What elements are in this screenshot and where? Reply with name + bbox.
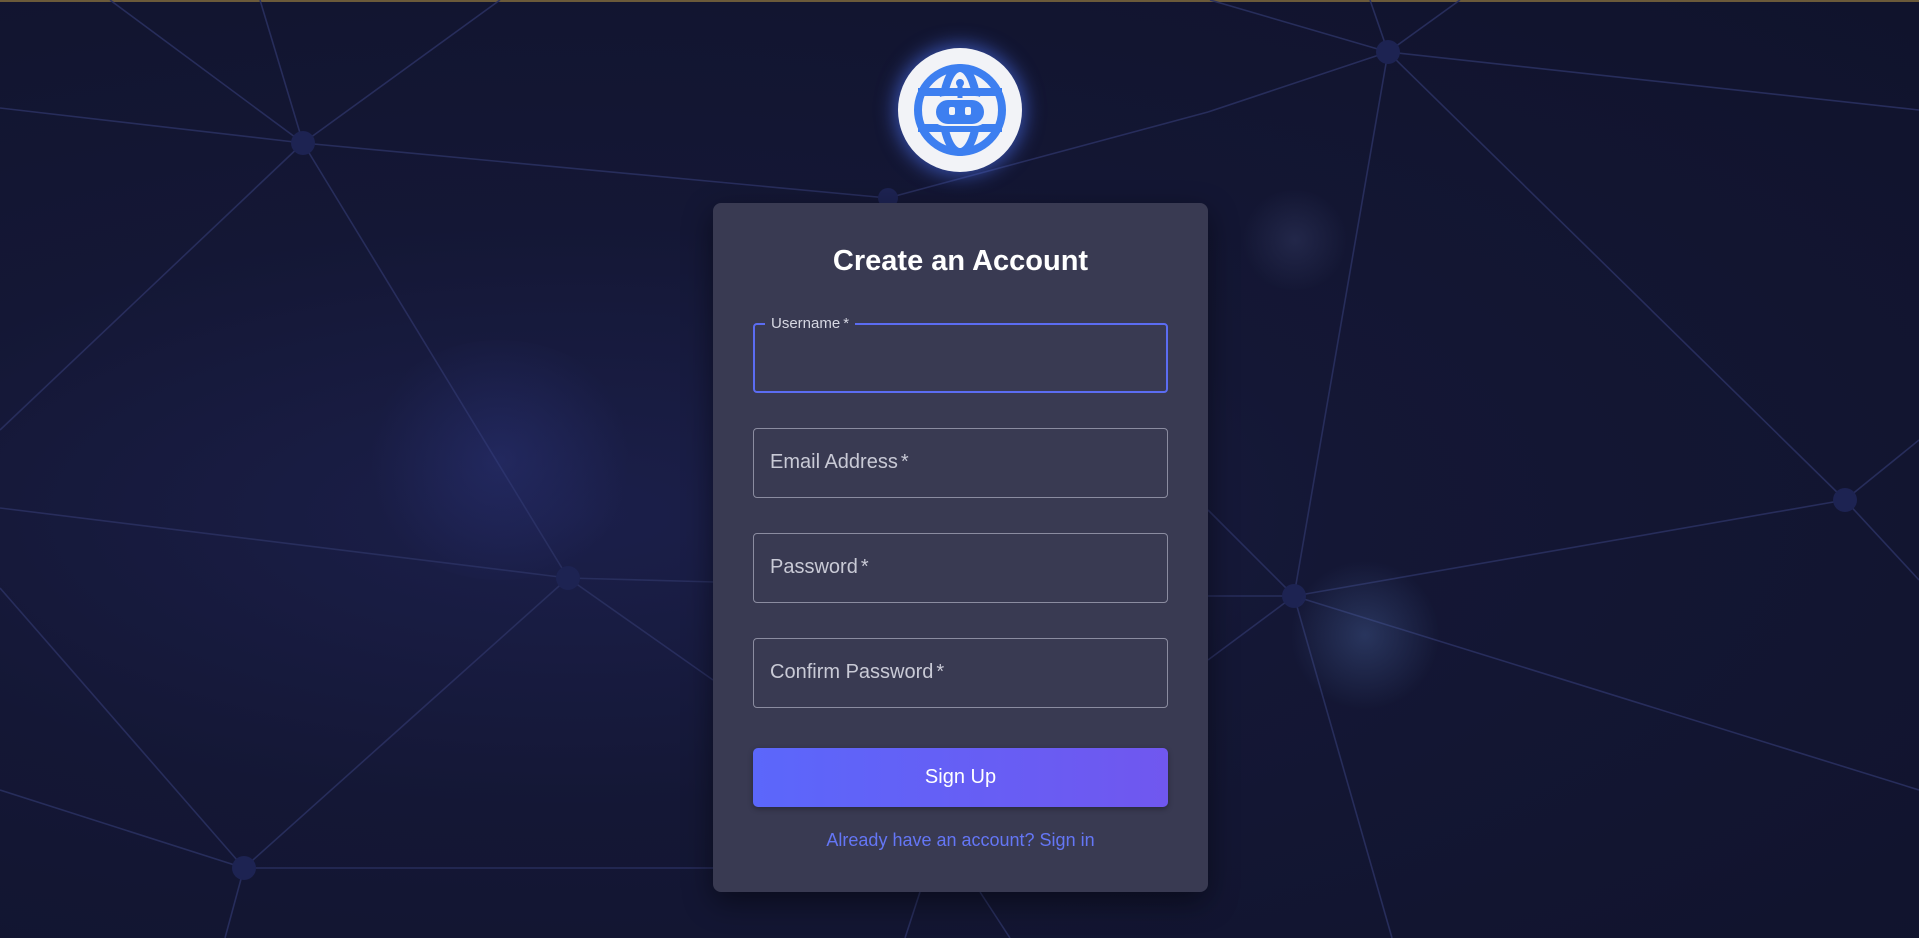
sign-up-button[interactable]: Sign Up [753,748,1168,807]
email-input[interactable] [754,429,1167,497]
app-logo [898,48,1022,172]
email-field[interactable]: Email Address * [753,428,1168,498]
form-title: Create an Account [832,245,1089,277]
sign-in-link[interactable]: Already have an account? Sign in [713,830,1208,851]
signup-card: Create an Account Username * Email Addres… [713,203,1208,892]
username-input[interactable] [755,325,1166,391]
globe-robot-icon [914,64,1006,156]
confirm-password-field[interactable]: Confirm Password * [753,638,1168,708]
password-input[interactable] [754,534,1167,602]
password-field[interactable]: Password * [753,533,1168,603]
confirm-password-input[interactable] [754,639,1167,707]
username-field[interactable]: Username * [753,315,1168,393]
